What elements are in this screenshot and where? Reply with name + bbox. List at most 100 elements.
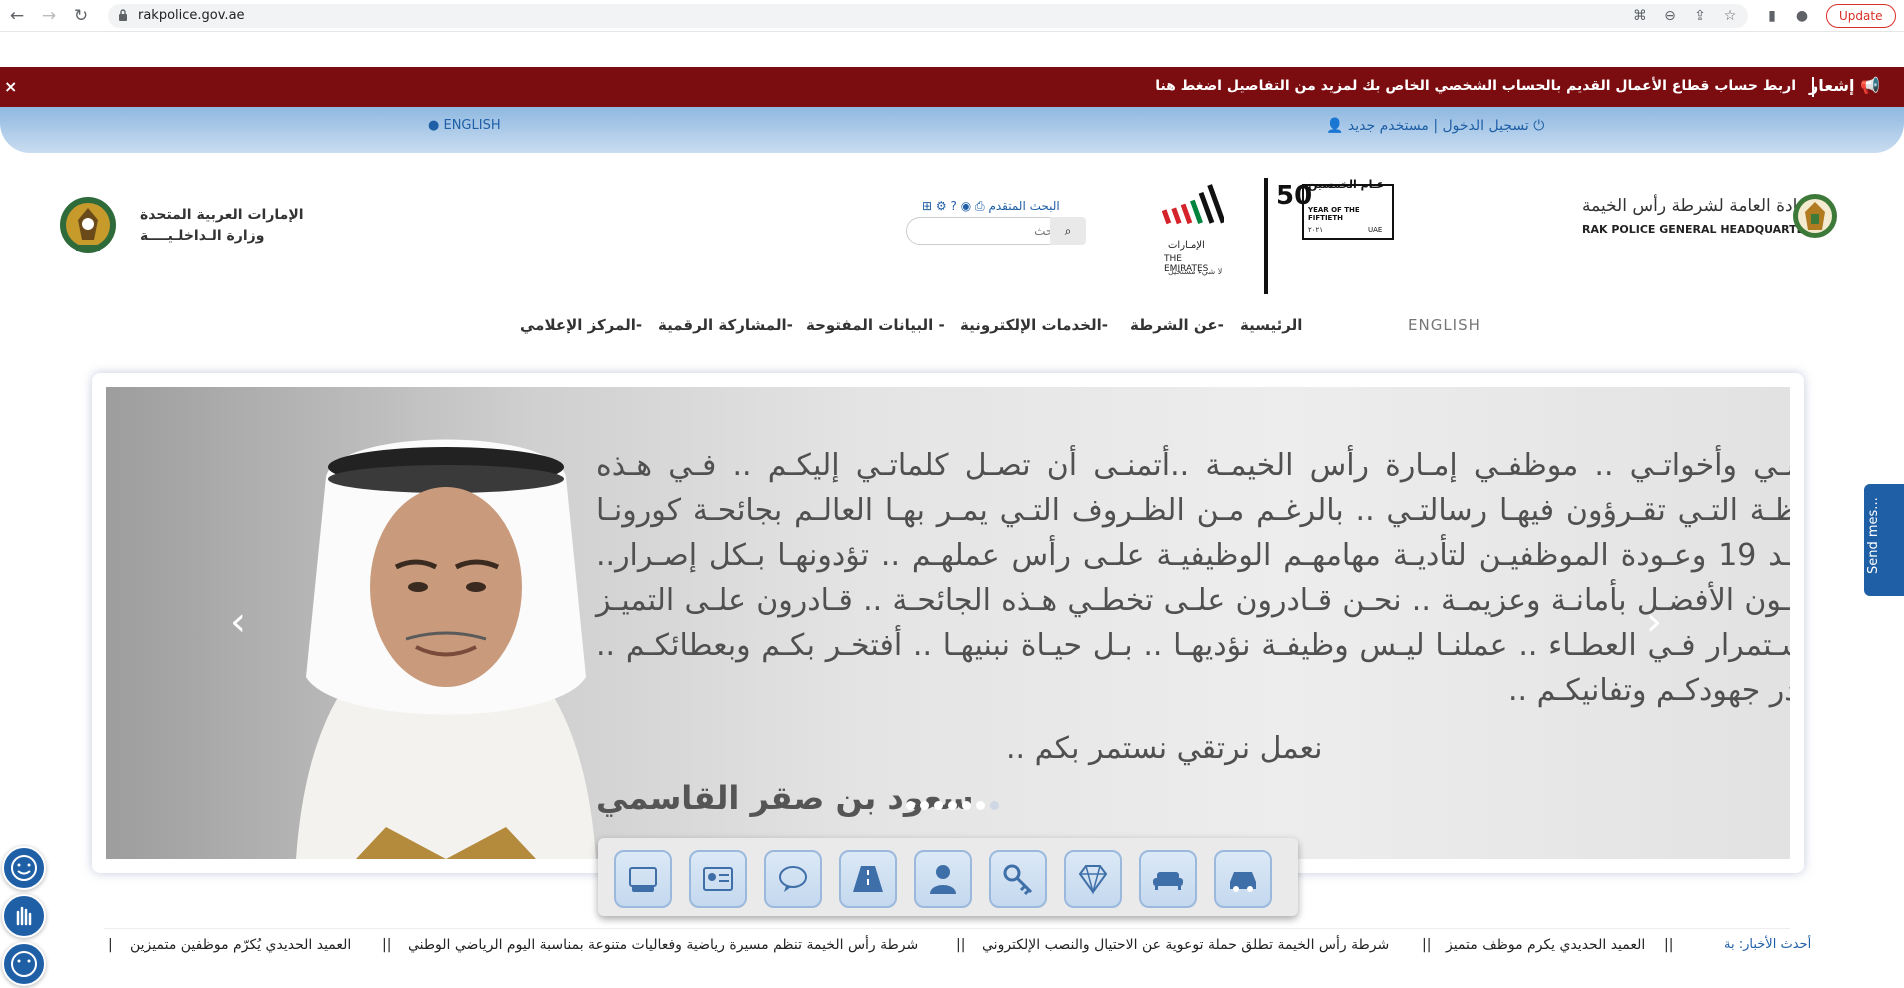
browser-toolbar: ← → ↻ rakpolice.gov.ae ⌘ ⊖ ⇪ ☆ ▮ ● Updat… xyxy=(0,0,1904,32)
slider-dot[interactable] xyxy=(976,801,985,810)
notice-label: إشعار 📢 xyxy=(1809,76,1880,95)
rss-icon[interactable]: ◉ xyxy=(961,199,971,213)
ticker-item[interactable]: شرطة رأس الخيمة تطلق حملة توعوية عن الاح… xyxy=(982,937,1389,953)
news-ticker: أحدث الأخبار: بة || العميد الحديدي يكرم … xyxy=(104,928,1811,964)
id-card-service[interactable] xyxy=(689,850,747,908)
update-button[interactable]: Update xyxy=(1826,4,1896,28)
slider-dot[interactable] xyxy=(920,801,929,810)
sitemap-icon[interactable]: ⊞ xyxy=(922,199,932,213)
road-icon xyxy=(853,866,883,892)
slider-dot[interactable] xyxy=(948,801,957,810)
diamond-icon xyxy=(1078,865,1108,895)
sofa-icon xyxy=(1153,872,1183,890)
nav-open-data[interactable]: البيانات المفتوحة - xyxy=(806,316,945,334)
rak-police-arabic-title: القيادة العامة لشرطة رأس الخيمة xyxy=(1582,196,1822,216)
emirates-stripes-icon xyxy=(1162,184,1224,225)
print-icon[interactable]: ⎙ xyxy=(975,199,985,213)
login-link[interactable]: تسجيل الدخول xyxy=(1442,118,1528,134)
profile-icon[interactable]: ● xyxy=(1792,6,1812,26)
nav-eservices[interactable]: الخدمات الإلكترونية- xyxy=(960,316,1108,334)
search-icon: ⌕ xyxy=(1064,224,1072,238)
address-bar[interactable]: rakpolice.gov.ae xyxy=(108,4,1748,28)
key-icon xyxy=(1003,864,1033,896)
ticker-separator: | xyxy=(108,937,113,953)
moi-emblem-logo[interactable] xyxy=(58,190,118,260)
ticker-separator: || xyxy=(382,937,392,953)
ticker-separator: || xyxy=(1422,937,1432,953)
sign-language-widget[interactable] xyxy=(2,894,46,938)
megaphone-icon: 📢 xyxy=(1860,76,1880,95)
globe-icon: ● xyxy=(428,118,440,133)
id-card-icon xyxy=(703,867,733,891)
ticker-separator: || xyxy=(956,937,966,953)
closing-line: نعمل نرتقي نستمر بكم .. xyxy=(1006,731,1323,766)
key-service[interactable] xyxy=(989,850,1047,908)
ticker-label: أحدث الأخبار: بة xyxy=(1724,937,1812,952)
moi-title-line2: وزارة الـداخلـيــــة xyxy=(140,228,265,244)
person-icon xyxy=(930,865,956,894)
chat-icon xyxy=(779,866,807,892)
diamond-service[interactable] xyxy=(1064,850,1122,908)
slider-next-arrow[interactable]: › xyxy=(1646,599,1662,645)
translate-icon[interactable]: ⌘ xyxy=(1630,6,1650,26)
login-register-links: ⏻ تسجيل الدخول | مستخدم جديد 👤 xyxy=(1326,118,1545,134)
forward-icon[interactable]: → xyxy=(38,5,60,27)
slider-dot[interactable] xyxy=(906,801,915,810)
slider-prev-arrow[interactable]: ‹ xyxy=(230,599,246,645)
slider-dot[interactable] xyxy=(962,801,971,810)
quick-services-strip xyxy=(598,838,1298,916)
hand-icon xyxy=(16,906,32,926)
car-service[interactable] xyxy=(1214,850,1272,908)
register-link[interactable]: مستخدم جديد xyxy=(1348,118,1429,134)
ticker-item[interactable]: العميد الحديدي يكرم موظف متميز xyxy=(1446,937,1645,953)
notice-text[interactable]: اربط حساب قطاع الأعمال القديم بالحساب ال… xyxy=(1155,78,1796,94)
smiley-icon xyxy=(11,951,37,977)
zoom-icon[interactable]: ⊖ xyxy=(1660,6,1680,26)
hero-slider: إخوانـي وأخواتـي .. موظفـي إمـارة رأس ال… xyxy=(106,387,1790,859)
share-icon[interactable]: ⇪ xyxy=(1690,6,1710,26)
nav-home[interactable]: الرئيسية xyxy=(1240,316,1302,334)
car-icon xyxy=(1230,872,1256,892)
search-input[interactable] xyxy=(917,222,1057,240)
side-panel-icon[interactable]: ▮ xyxy=(1762,6,1782,26)
nav-about[interactable]: عن الشرطة- xyxy=(1130,316,1224,334)
search-button[interactable]: ⌕ xyxy=(1050,217,1086,245)
ruler-portrait-image xyxy=(296,439,596,859)
language-switch[interactable]: ● ENGLISH xyxy=(428,118,501,133)
nav-digital-participation[interactable]: المشاركة الرقمية- xyxy=(658,316,793,334)
vehicle-license-service[interactable] xyxy=(614,850,672,908)
slider-dot[interactable] xyxy=(934,801,943,810)
moi-title-line1: الإمارات العربية المتحدة xyxy=(140,207,304,223)
notice-banner: × اربط حساب قطاع الأعمال القديم بالحساب … xyxy=(0,67,1904,107)
ruler-message: إخوانـي وأخواتـي .. موظفـي إمـارة رأس ال… xyxy=(596,448,1790,708)
rak-police-english-title: RAK POLICE GENERAL HEADQUARTERS xyxy=(1582,223,1821,236)
close-icon[interactable]: × xyxy=(4,77,17,96)
person-service[interactable] xyxy=(914,850,972,908)
ticker-item[interactable]: شرطة رأس الخيمة تنظم مسيرة رياضية وفعالي… xyxy=(408,937,918,953)
road-service[interactable] xyxy=(839,850,897,908)
sofa-service[interactable] xyxy=(1139,850,1197,908)
url-text: rakpolice.gov.ae xyxy=(138,8,245,23)
nav-media-center[interactable]: المركز الإعلامي- xyxy=(520,316,642,334)
the-emirates-logo: الإمـارات THE EMIRATES لا شيء مستحيل xyxy=(1158,180,1228,280)
advanced-search-link[interactable]: البحث المتقدم xyxy=(988,199,1059,213)
slider-dot[interactable] xyxy=(990,801,999,810)
power-icon: ⏻ xyxy=(1533,118,1545,134)
accessibility-widget[interactable] xyxy=(2,942,46,986)
send-message-tab[interactable]: Send mes... xyxy=(1864,484,1904,596)
help-icon[interactable]: ? xyxy=(950,199,956,213)
chat-service[interactable] xyxy=(764,850,822,908)
smiley-feedback-widget[interactable] xyxy=(2,846,46,890)
bookmark-star-icon[interactable]: ☆ xyxy=(1720,6,1740,26)
smiley-icon xyxy=(11,855,37,881)
user-icon: 👤 xyxy=(1326,118,1344,134)
nav-english[interactable]: ENGLISH xyxy=(1408,316,1481,334)
ticker-item[interactable]: العميد الحديدي يُكرّم موظفين متميزين xyxy=(130,937,351,953)
vehicle-license-icon xyxy=(629,867,657,892)
ticker-separator: || xyxy=(1664,937,1674,953)
back-icon[interactable]: ← xyxy=(6,5,28,27)
reload-icon[interactable]: ↻ xyxy=(70,5,92,27)
rak-police-emblem-logo[interactable] xyxy=(1792,190,1838,242)
settings-icon[interactable]: ⚙ xyxy=(936,199,947,213)
search-tools: ⊞ ⚙ ? ◉ ⎙ البحث المتقدم xyxy=(922,199,1060,214)
